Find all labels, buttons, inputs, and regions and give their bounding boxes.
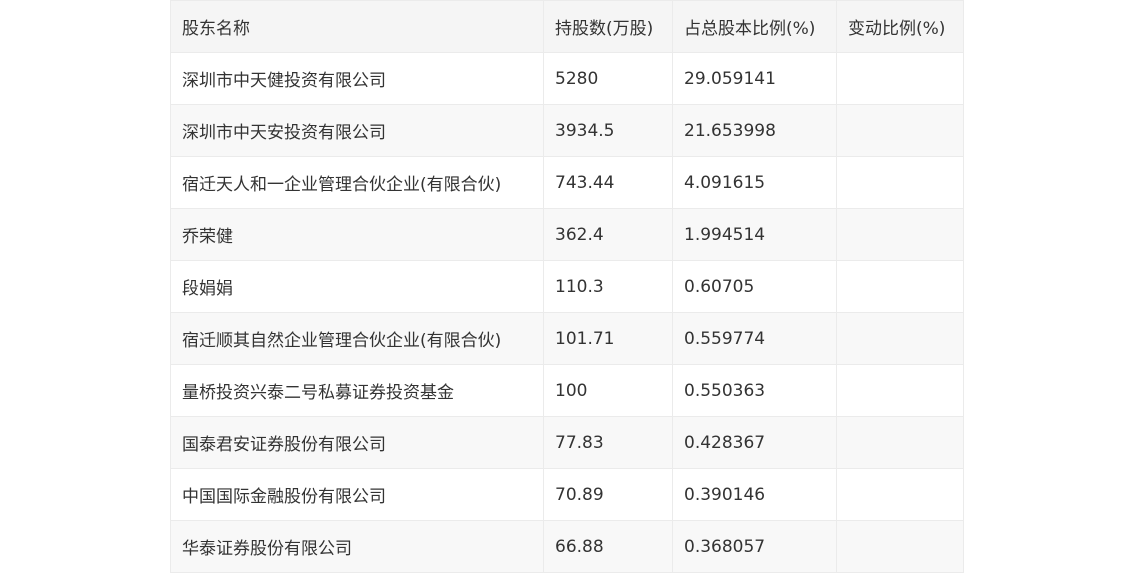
cell-share-ratio: 0.368057: [672, 520, 837, 573]
header-shareholder-name: 股东名称: [170, 0, 544, 53]
table-row: 华泰证券股份有限公司 66.88 0.368057: [170, 520, 964, 573]
cell-share-ratio: 4.091615: [672, 156, 837, 209]
cell-shareholder-name: 段娟娟: [170, 260, 544, 313]
cell-change-ratio: [836, 52, 964, 105]
cell-shareholder-name: 深圳市中天安投资有限公司: [170, 104, 544, 157]
cell-change-ratio: [836, 520, 964, 573]
cell-shares-held: 110.3: [543, 260, 673, 313]
cell-shareholder-name: 华泰证券股份有限公司: [170, 520, 544, 573]
cell-change-ratio: [836, 312, 964, 365]
shareholder-table-container: 股东名称 持股数(万股) 占总股本比例(%) 变动比例(%) 深圳市中天健投资有…: [170, 0, 964, 573]
cell-share-ratio: 29.059141: [672, 52, 837, 105]
table-row: 深圳市中天安投资有限公司 3934.5 21.653998: [170, 104, 964, 157]
cell-shareholder-name: 宿迁顺其自然企业管理合伙企业(有限合伙): [170, 312, 544, 365]
cell-change-ratio: [836, 208, 964, 261]
cell-change-ratio: [836, 260, 964, 313]
header-shares-held: 持股数(万股): [543, 0, 673, 53]
cell-share-ratio: 0.559774: [672, 312, 837, 365]
cell-shares-held: 362.4: [543, 208, 673, 261]
table-row: 宿迁顺其自然企业管理合伙企业(有限合伙) 101.71 0.559774: [170, 312, 964, 365]
table-row: 宿迁天人和一企业管理合伙企业(有限合伙) 743.44 4.091615: [170, 156, 964, 209]
cell-change-ratio: [836, 156, 964, 209]
shareholder-table: 股东名称 持股数(万股) 占总股本比例(%) 变动比例(%) 深圳市中天健投资有…: [170, 0, 964, 573]
header-share-ratio: 占总股本比例(%): [672, 0, 837, 53]
table-row: 深圳市中天健投资有限公司 5280 29.059141: [170, 52, 964, 105]
cell-shares-held: 5280: [543, 52, 673, 105]
cell-change-ratio: [836, 468, 964, 521]
cell-shareholder-name: 中国国际金融股份有限公司: [170, 468, 544, 521]
cell-shares-held: 3934.5: [543, 104, 673, 157]
cell-shares-held: 77.83: [543, 416, 673, 469]
cell-share-ratio: 0.60705: [672, 260, 837, 313]
cell-shares-held: 100: [543, 364, 673, 417]
cell-share-ratio: 0.390146: [672, 468, 837, 521]
cell-shares-held: 101.71: [543, 312, 673, 365]
cell-shares-held: 66.88: [543, 520, 673, 573]
cell-share-ratio: 0.550363: [672, 364, 837, 417]
cell-share-ratio: 1.994514: [672, 208, 837, 261]
cell-shareholder-name: 深圳市中天健投资有限公司: [170, 52, 544, 105]
cell-share-ratio: 0.428367: [672, 416, 837, 469]
cell-shareholder-name: 国泰君安证券股份有限公司: [170, 416, 544, 469]
cell-change-ratio: [836, 416, 964, 469]
cell-shareholder-name: 量桥投资兴泰二号私募证券投资基金: [170, 364, 544, 417]
cell-shareholder-name: 乔荣健: [170, 208, 544, 261]
cell-shareholder-name: 宿迁天人和一企业管理合伙企业(有限合伙): [170, 156, 544, 209]
table-header-row: 股东名称 持股数(万股) 占总股本比例(%) 变动比例(%): [170, 0, 964, 53]
table-row: 中国国际金融股份有限公司 70.89 0.390146: [170, 468, 964, 521]
table-row: 乔荣健 362.4 1.994514: [170, 208, 964, 261]
cell-shares-held: 70.89: [543, 468, 673, 521]
cell-shares-held: 743.44: [543, 156, 673, 209]
table-row: 段娟娟 110.3 0.60705: [170, 260, 964, 313]
table-row: 量桥投资兴泰二号私募证券投资基金 100 0.550363: [170, 364, 964, 417]
table-row: 国泰君安证券股份有限公司 77.83 0.428367: [170, 416, 964, 469]
header-change-ratio: 变动比例(%): [836, 0, 964, 53]
cell-change-ratio: [836, 104, 964, 157]
cell-share-ratio: 21.653998: [672, 104, 837, 157]
cell-change-ratio: [836, 364, 964, 417]
